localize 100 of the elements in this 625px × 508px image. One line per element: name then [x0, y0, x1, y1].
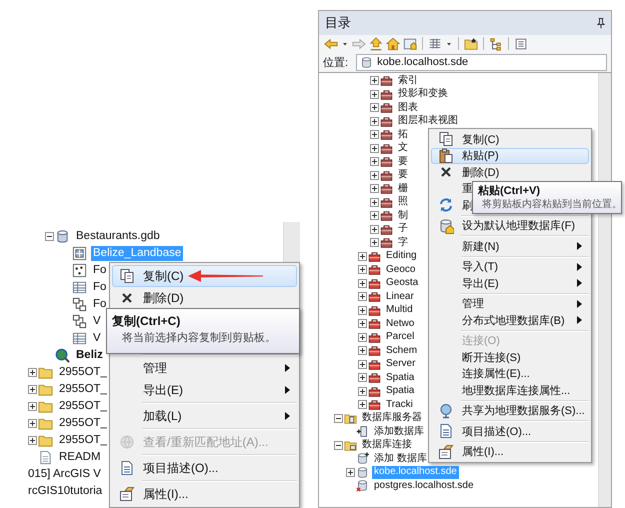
tree-item[interactable]: 栅	[396, 182, 410, 195]
tree-item[interactable]: Schem	[384, 344, 420, 357]
tree-item[interactable]: 索引	[396, 74, 420, 87]
expand-icon[interactable]	[370, 224, 379, 234]
menu-item[interactable]: 项目描述(O)...	[112, 457, 297, 479]
expand-icon[interactable]	[370, 130, 379, 140]
expand-icon[interactable]	[358, 360, 367, 369]
tree-item[interactable]: 数据库服务器	[360, 412, 424, 424]
tree-item[interactable]: Fo	[91, 280, 108, 295]
expand-icon[interactable]	[370, 238, 379, 248]
menu-item[interactable]: 导出(E)	[431, 275, 589, 292]
menu-item[interactable]: 项目描述(O)...	[431, 423, 589, 440]
menu-item[interactable]: 导入(T)	[431, 258, 589, 275]
collapse-icon[interactable]	[334, 440, 343, 450]
tree-item[interactable]: Netwo	[384, 318, 416, 330]
menu-item[interactable]: 地理数据库连接属性...	[431, 382, 589, 398]
expand-icon[interactable]	[370, 144, 379, 153]
expand-icon[interactable]	[28, 402, 36, 411]
tree-item[interactable]: V	[91, 331, 103, 346]
tree-item[interactable]: Spatia	[384, 372, 416, 384]
tree-item[interactable]: 制	[396, 210, 410, 222]
tree-item[interactable]: 要	[396, 169, 410, 182]
tree-item[interactable]: Geoco	[384, 264, 418, 276]
expand-icon[interactable]	[358, 278, 367, 288]
menu-item[interactable]: 复制(C)	[431, 131, 589, 148]
expand-icon[interactable]	[358, 400, 367, 410]
tree-item[interactable]: 2955OT_	[57, 433, 109, 448]
tree-item[interactable]: Multid	[384, 304, 415, 316]
expand-icon[interactable]	[358, 346, 367, 356]
back-arrow-icon[interactable]	[324, 36, 338, 50]
menu-item[interactable]: 复制(C)	[112, 265, 297, 287]
tree-item[interactable]: Fo	[91, 263, 108, 278]
collapse-icon[interactable]	[44, 232, 54, 241]
tree-item[interactable]: Beliz	[74, 348, 105, 363]
tree-item[interactable]: Fo	[91, 297, 108, 312]
menu-item[interactable]: 粘贴(P)	[431, 148, 589, 164]
expand-icon[interactable]	[28, 368, 36, 377]
tree-item[interactable]: 2955OT_	[57, 382, 109, 397]
tree-item[interactable]: 字	[396, 236, 410, 249]
expand-icon[interactable]	[370, 76, 379, 86]
menu-item[interactable]: 管理	[112, 357, 297, 379]
tree-item[interactable]: rcGIS10tutoria	[26, 484, 104, 499]
menu-item[interactable]: 连接属性(E)...	[431, 366, 589, 382]
expand-icon[interactable]	[28, 436, 36, 445]
expand-icon[interactable]	[370, 103, 379, 112]
expand-icon[interactable]	[358, 306, 367, 315]
tree-item[interactable]: Parcel	[384, 331, 416, 344]
connect-folder-icon[interactable]	[403, 36, 417, 50]
menu-item[interactable]: 断开连接(S)	[431, 349, 589, 366]
menu-item[interactable]: 属性(I)...	[431, 444, 589, 460]
menu-item[interactable]: 设为默认地理数据库(F)	[431, 218, 589, 234]
tree-item[interactable]: 2955OT_	[57, 416, 109, 431]
tree-item[interactable]: Tracki	[384, 398, 415, 411]
expand-icon[interactable]	[346, 468, 355, 477]
tree-item[interactable]: 数据库连接	[360, 439, 414, 452]
list-icon[interactable]	[514, 36, 528, 50]
tree-item[interactable]: 要	[396, 156, 410, 168]
up-arrow-icon[interactable]	[369, 36, 383, 50]
tree-item[interactable]: V	[91, 314, 103, 329]
menu-item[interactable]: 新建(N)	[431, 238, 589, 254]
home-icon[interactable]	[386, 36, 400, 50]
expand-icon[interactable]	[358, 292, 367, 302]
location-field[interactable]: kobe.localhost.sde	[356, 54, 607, 70]
tree-item[interactable]: 添加 数据库	[372, 452, 429, 465]
tree-item[interactable]: 添加数据库	[372, 426, 426, 438]
menu-item[interactable]: 共享为地理数据服务(S)...	[431, 402, 589, 419]
tree-item[interactable]: 照	[396, 196, 410, 208]
pin-icon[interactable]	[595, 17, 607, 29]
menu-item[interactable]: 删除(D)	[431, 164, 589, 180]
tree-item[interactable]: 015] ArcGIS V	[26, 467, 103, 482]
tree-item[interactable]: Bestaurants.gdb	[74, 229, 162, 244]
tree-item[interactable]: 文	[396, 142, 410, 154]
expand-icon[interactable]	[370, 198, 379, 207]
expand-icon[interactable]	[370, 184, 379, 194]
expand-icon[interactable]	[370, 211, 379, 220]
new-folder-icon[interactable]	[464, 36, 478, 50]
tree-view-icon[interactable]	[489, 36, 503, 50]
tree-item[interactable]: Editing	[384, 250, 419, 262]
tree-item[interactable]: postgres.localhost.sde	[372, 480, 476, 492]
menu-item[interactable]: 加载(L)	[112, 405, 297, 427]
tree-item[interactable]: 图表	[396, 102, 420, 114]
menu-item[interactable]: 分布式地理数据库(B)	[431, 312, 589, 328]
expand-icon[interactable]	[358, 252, 367, 261]
menu-item[interactable]: 删除(D)	[112, 287, 297, 309]
tree-item[interactable]: 拓	[396, 128, 410, 141]
grid-view-icon[interactable]	[428, 36, 442, 50]
tree-item[interactable]: Server	[384, 358, 418, 370]
tree-item[interactable]: 投影和变换	[396, 88, 450, 100]
tree-item[interactable]: 图层和表视图	[396, 115, 460, 128]
tree-item[interactable]: 2955OT_	[57, 399, 109, 414]
menu-item[interactable]: 管理	[431, 296, 589, 312]
expand-icon[interactable]	[28, 385, 36, 394]
menu-item[interactable]: 属性(I)...	[112, 483, 297, 505]
tree-item[interactable]: Spatia	[384, 385, 416, 398]
expand-icon[interactable]	[370, 170, 379, 180]
expand-icon[interactable]	[370, 157, 379, 166]
tree-item[interactable]: READM	[57, 450, 103, 465]
expand-icon[interactable]	[358, 332, 367, 342]
menu-item[interactable]: 导出(E)	[112, 379, 297, 401]
expand-icon[interactable]	[28, 419, 36, 428]
